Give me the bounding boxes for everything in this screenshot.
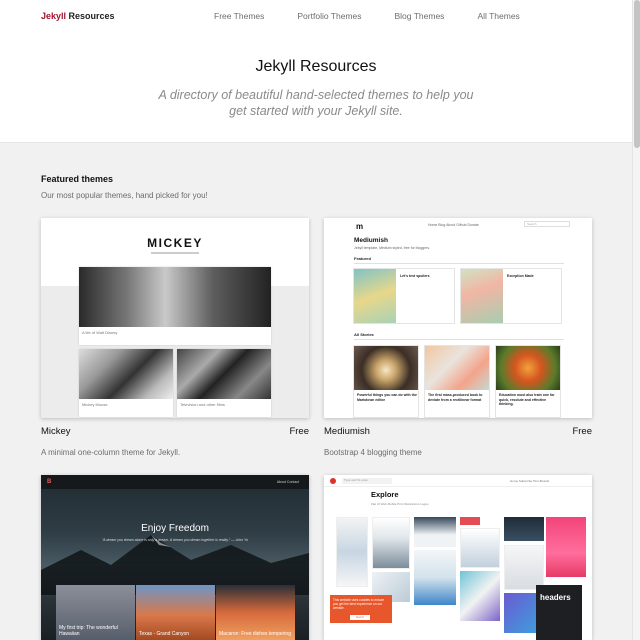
divider bbox=[354, 263, 564, 264]
pin-tile bbox=[460, 528, 500, 568]
post-image bbox=[354, 269, 396, 323]
nav-free-themes[interactable]: Free Themes bbox=[214, 11, 264, 21]
post-card: Texas - Grand Canyon bbox=[136, 585, 215, 640]
theme-thumbnail[interactable]: m Home Blog About Github Donate Search M… bbox=[324, 218, 592, 418]
card-meta: Mickey Free bbox=[41, 426, 309, 440]
hero-subtitle: A directory of beautiful hand-selected t… bbox=[158, 88, 474, 118]
preview-tagline bbox=[151, 252, 199, 254]
cookie-popup: This website uses cookies to ensure you … bbox=[330, 595, 392, 623]
story-image bbox=[496, 346, 560, 390]
featured-post: Exception Made bbox=[460, 268, 562, 324]
story-card: The first mass-produced book to deviate … bbox=[424, 345, 490, 418]
theme-name[interactable]: Mickey bbox=[41, 426, 71, 437]
story-image bbox=[425, 346, 489, 390]
post-title: Let's test spoilers bbox=[400, 274, 430, 278]
preview-logo: B bbox=[47, 479, 52, 485]
portrait-image bbox=[79, 267, 271, 327]
cookie-popup-text: This website uses cookies to ensure you … bbox=[333, 598, 385, 610]
post-caption: Texas - Grand Canyon bbox=[139, 631, 190, 637]
preview-navbar: Type and hit enter Home Subscribe Pins B… bbox=[324, 475, 592, 487]
preview-tabs: Flat UI Web Mobile Print Illustrations L… bbox=[371, 502, 429, 506]
pin-tile bbox=[460, 571, 500, 621]
pin-tile bbox=[460, 517, 480, 525]
theme-card-mickey[interactable]: MICKEY A life of Walt Disney Mickey Mous… bbox=[41, 218, 309, 457]
featured-subtitle: Our most popular themes, hand picked for… bbox=[41, 191, 208, 200]
theme-thumbnail[interactable]: MICKEY A life of Walt Disney Mickey Mous… bbox=[41, 218, 309, 418]
preview-nav: Home Subscribe Pins Boards bbox=[510, 479, 550, 483]
theme-thumbnail[interactable]: B About Contact Enjoy Freedom "A dream y… bbox=[41, 475, 309, 640]
preview-nav: Home Blog About Github Donate bbox=[428, 223, 479, 227]
theme-card-enjoy-freedom[interactable]: B About Contact Enjoy Freedom "A dream y… bbox=[41, 475, 309, 640]
cookie-accept-button[interactable]: Got it! bbox=[350, 615, 370, 620]
post-card: My first trip: The wonderful Hawaiian bbox=[56, 585, 135, 640]
nav-all-themes[interactable]: All Themes bbox=[477, 11, 519, 21]
story-card: Powerful things you can do with the Mark… bbox=[353, 345, 419, 418]
theme-card-explore[interactable]: Type and hit enter Home Subscribe Pins B… bbox=[324, 475, 592, 640]
story-title: The first mass-produced book to deviate … bbox=[428, 393, 483, 402]
nav-links: Free Themes Portfolio Themes Blog Themes… bbox=[214, 11, 553, 21]
pin-tile bbox=[504, 545, 544, 590]
brand-suffix: Resources bbox=[66, 11, 115, 21]
pin-tile bbox=[414, 550, 456, 605]
featured-post: Let's test spoilers bbox=[353, 268, 455, 324]
cartoon-image bbox=[79, 349, 173, 399]
theme-description: A minimal one-column theme for Jekyll. bbox=[41, 448, 181, 457]
pin-tile bbox=[372, 517, 410, 569]
hero-title: Jekyll Resources bbox=[255, 58, 377, 75]
theme-card-mediumish[interactable]: m Home Blog About Github Donate Search M… bbox=[324, 218, 592, 457]
nav-blog-themes[interactable]: Blog Themes bbox=[395, 11, 445, 21]
story-image bbox=[354, 346, 418, 390]
theme-thumbnail[interactable]: Type and hit enter Home Subscribe Pins B… bbox=[324, 475, 592, 640]
page-scrollbar[interactable] bbox=[632, 0, 640, 640]
preview-section-all: All Stories bbox=[354, 332, 374, 337]
story-card: Education must also train one for quick,… bbox=[495, 345, 561, 418]
post-card: Macaron: Free dishes tempering bbox=[216, 585, 295, 640]
pin-tile bbox=[504, 517, 544, 541]
preview-navbar: B About Contact bbox=[41, 475, 309, 489]
preview-title: Mediumish bbox=[354, 237, 388, 244]
theme-description: Bootstrap 4 blogging theme bbox=[324, 448, 422, 457]
preview-section-featured: Featured bbox=[354, 256, 371, 261]
tile-label: headers bbox=[540, 593, 571, 602]
preview-tagline: Jekyll template, Medium styled, free for… bbox=[354, 246, 431, 250]
post-image bbox=[461, 269, 503, 323]
preview-title: Enjoy Freedom bbox=[141, 523, 209, 534]
preview-caption: Mickey Mouse bbox=[82, 402, 108, 407]
post-caption: My first trip: The wonderful Hawaiian bbox=[59, 625, 118, 637]
post-title: Exception Made bbox=[507, 274, 534, 278]
top-nav: Jekyll Resources Free Themes Portfolio T… bbox=[0, 0, 640, 32]
cartoon-image bbox=[177, 349, 271, 399]
pinterest-logo-icon bbox=[330, 478, 336, 484]
brand-prefix: Jekyll bbox=[41, 11, 67, 21]
theme-price: Free bbox=[289, 426, 309, 437]
preview-search: Type and hit enter bbox=[342, 478, 392, 484]
site-header: Jekyll Resources Free Themes Portfolio T… bbox=[0, 0, 640, 143]
theme-price: Free bbox=[572, 426, 592, 437]
story-title: Education must also train one for quick,… bbox=[499, 393, 555, 406]
divider bbox=[354, 339, 564, 340]
preview-photo-left: Mickey Mouse bbox=[79, 349, 173, 417]
preview-title: MICKEY bbox=[147, 236, 203, 250]
pin-tile bbox=[336, 517, 368, 587]
preview-title: Explore bbox=[371, 490, 399, 499]
preview-nav: About Contact bbox=[276, 480, 299, 484]
preview-caption: A life of Walt Disney bbox=[82, 330, 118, 335]
preview-caption: Television and other films bbox=[180, 402, 225, 407]
pin-tile bbox=[546, 517, 586, 577]
pin-tile bbox=[414, 517, 456, 547]
brand-logo[interactable]: Jekyll Resources bbox=[41, 11, 115, 21]
scrollbar-thumb[interactable] bbox=[634, 0, 640, 148]
preview-photo-right: Television and other films bbox=[177, 349, 271, 417]
story-title: Powerful things you can do with the Mark… bbox=[357, 393, 417, 402]
preview-photo-main: A life of Walt Disney bbox=[79, 267, 271, 345]
preview-logo: m bbox=[356, 222, 364, 231]
nav-portfolio-themes[interactable]: Portfolio Themes bbox=[297, 11, 361, 21]
post-caption: Macaron: Free dishes tempering bbox=[219, 631, 291, 637]
preview-subtitle: "A dream you dream alone is only a dream… bbox=[101, 538, 249, 542]
pin-tile: headers bbox=[536, 585, 582, 640]
theme-name[interactable]: Mediumish bbox=[324, 426, 370, 437]
card-meta: Mediumish Free bbox=[324, 426, 592, 440]
preview-search: Search bbox=[524, 221, 570, 227]
featured-title: Featured themes bbox=[41, 174, 114, 184]
